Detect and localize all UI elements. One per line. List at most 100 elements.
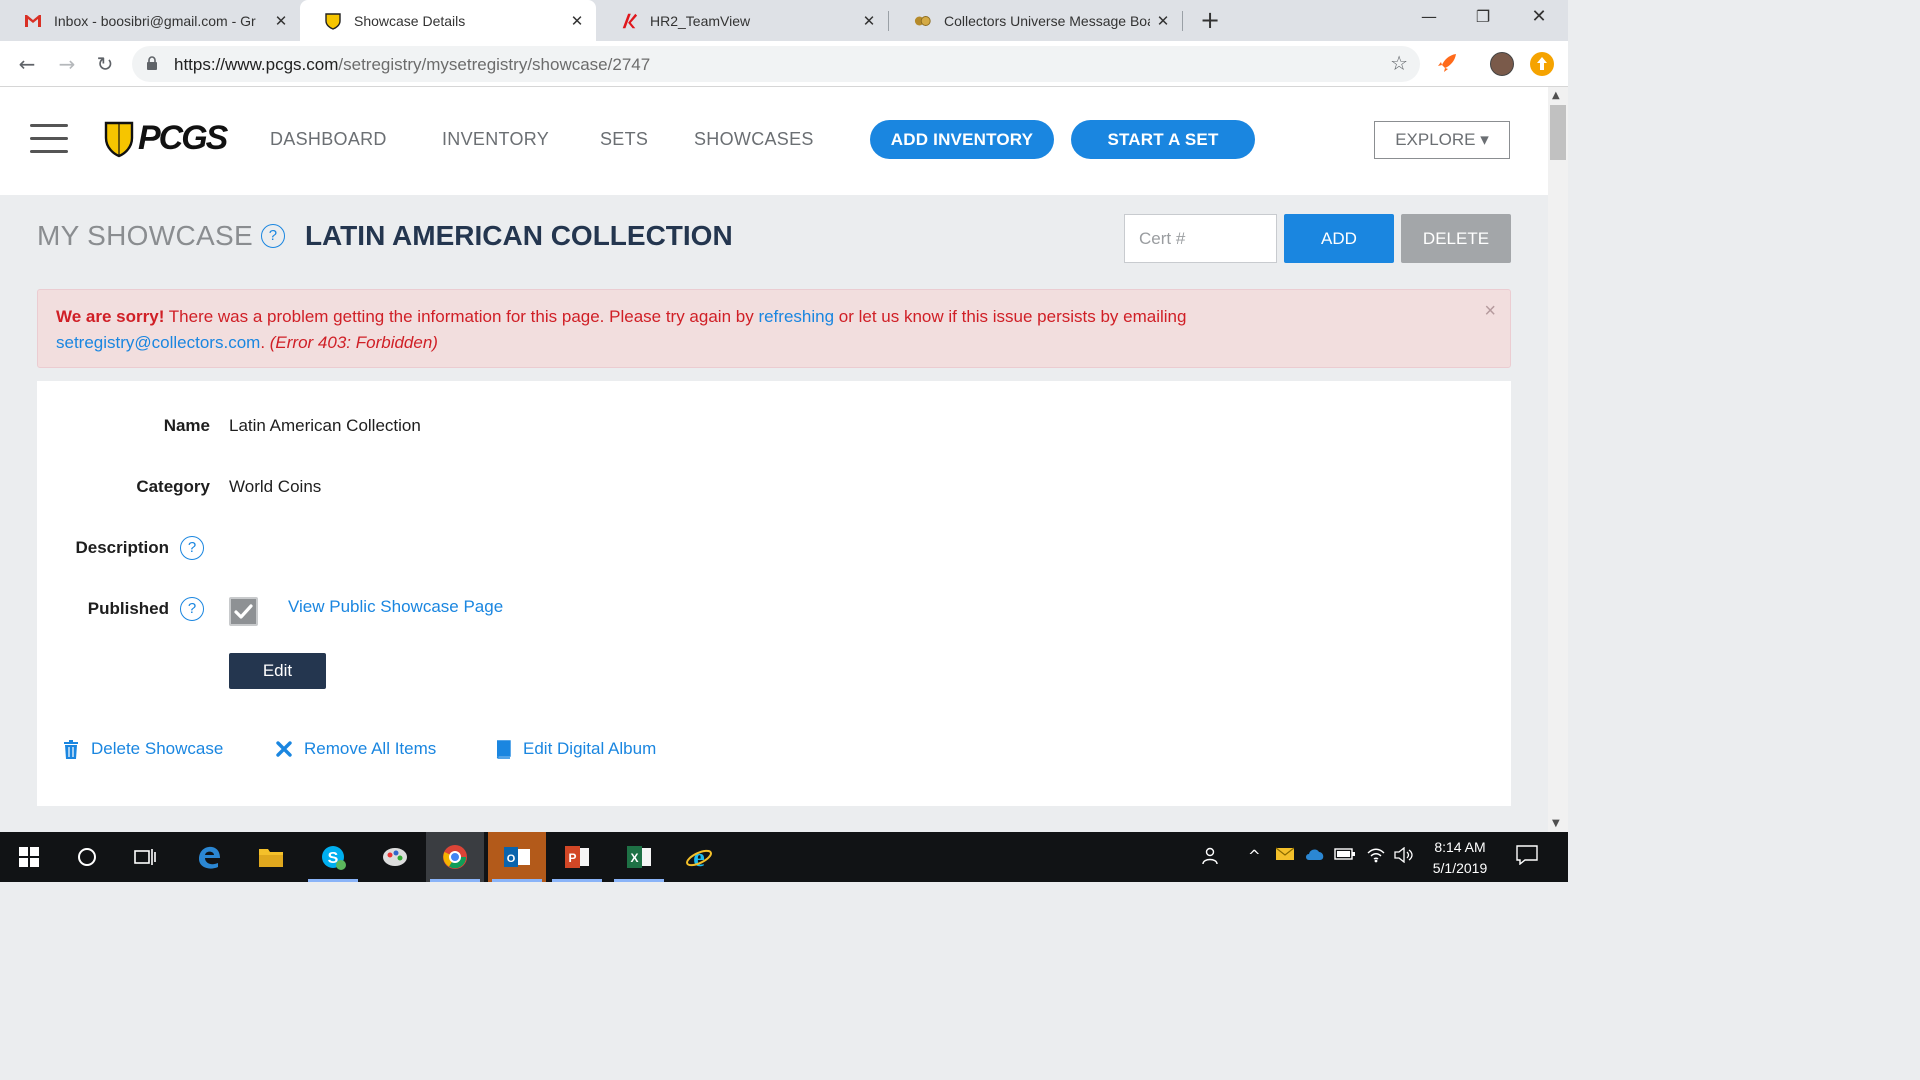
error-alert: We are sorry! There was a problem gettin… <box>37 289 1511 368</box>
tab-showcase-details[interactable]: Showcase Details ✕ <box>300 0 596 41</box>
browser-toolbar: ← → ↻ https://www.pcgs.com/setregistry/m… <box>0 41 1568 87</box>
pcgs-shield-icon <box>324 12 342 30</box>
wifi-icon[interactable] <box>1366 847 1386 867</box>
mail-notification-icon[interactable] <box>1275 847 1295 865</box>
explore-dropdown[interactable]: EXPLORE ▾ <box>1374 121 1510 159</box>
nav-dashboard[interactable]: DASHBOARD <box>270 129 387 150</box>
album-book-icon <box>495 739 511 759</box>
published-checkbox[interactable] <box>229 597 258 626</box>
excel-icon[interactable]: X <box>610 832 668 882</box>
showcase-title: LATIN AMERICAN COLLECTION <box>304 220 733 251</box>
name-value: Latin American Collection <box>229 416 421 435</box>
reload-icon[interactable]: ↻ <box>90 49 120 79</box>
close-tab-icon[interactable]: ✕ <box>268 12 294 30</box>
tab-teamview[interactable]: HR2_TeamView ✕ <box>596 0 888 41</box>
action-center-icon[interactable] <box>1516 845 1538 869</box>
checkmark-icon <box>234 604 253 619</box>
profile-avatar[interactable] <box>1490 52 1514 76</box>
paint-icon[interactable] <box>366 832 424 882</box>
edge-browser-icon[interactable] <box>180 832 238 882</box>
remove-all-items-link[interactable]: Remove All Items <box>276 739 436 759</box>
restore-icon[interactable]: ❐ <box>1456 0 1510 36</box>
alert-heading: We are sorry! <box>56 307 165 326</box>
cert-number-input[interactable] <box>1124 214 1277 263</box>
windows-start-icon[interactable] <box>0 832 58 882</box>
tab-gmail[interactable]: Inbox - boosibri@gmail.com - Gr ✕ <box>0 0 300 41</box>
category-label: Category <box>136 477 210 496</box>
error-code: (Error 403: Forbidden) <box>269 333 438 352</box>
start-a-set-button[interactable]: START A SET <box>1071 120 1255 159</box>
tab-separator <box>1182 11 1183 31</box>
close-tab-icon[interactable]: ✕ <box>1150 12 1176 30</box>
tab-separator <box>888 11 889 31</box>
support-email-link[interactable]: setregistry@collectors.com <box>56 333 260 352</box>
published-help-icon[interactable]: ? <box>180 597 204 621</box>
svg-text:X: X <box>630 851 638 865</box>
lock-icon <box>146 56 158 75</box>
view-public-showcase-link[interactable]: View Public Showcase Page <box>288 597 503 617</box>
add-inventory-button[interactable]: ADD INVENTORY <box>870 120 1054 159</box>
clock-time: 8:14 AM <box>1434 839 1486 855</box>
url-text: https://www.pcgs.com/setregistry/mysetre… <box>174 55 651 74</box>
close-tab-icon[interactable]: ✕ <box>564 12 590 30</box>
alert-text: There was a problem getting the informat… <box>164 307 759 326</box>
category-value: World Coins <box>229 477 322 496</box>
bookmark-star-icon[interactable]: ☆ <box>1390 51 1408 75</box>
new-tab-plus-icon[interactable]: + <box>1196 4 1224 36</box>
pcgs-logo[interactable]: PCGS <box>104 119 228 158</box>
browser-tab-strip: Inbox - boosibri@gmail.com - Gr ✕ Showca… <box>0 0 1568 41</box>
svg-text:O: O <box>507 853 516 865</box>
address-bar[interactable]: https://www.pcgs.com/setregistry/mysetre… <box>132 46 1420 82</box>
rocket-extension-icon[interactable] <box>1436 52 1460 76</box>
powerpoint-icon[interactable]: P <box>548 832 606 882</box>
tab-collectors-universe[interactable]: Collectors Universe Message Boa ✕ <box>890 0 1182 41</box>
cortana-search-icon[interactable] <box>58 832 116 882</box>
chrome-taskbar-icon[interactable] <box>426 832 484 882</box>
close-window-icon[interactable]: ✕ <box>1512 0 1566 36</box>
name-label: Name <box>163 416 210 435</box>
alert-text: . <box>260 333 270 352</box>
delete-cert-button[interactable]: DELETE <box>1401 214 1511 263</box>
x-mark-icon <box>276 741 292 757</box>
edit-button[interactable]: Edit <box>229 653 326 689</box>
edit-digital-album-link[interactable]: Edit Digital Album <box>495 739 656 759</box>
forward-arrow-icon[interactable]: → <box>52 49 82 79</box>
volume-icon[interactable] <box>1394 846 1414 867</box>
hamburger-menu-icon[interactable] <box>30 124 68 156</box>
scroll-down-arrow-icon[interactable]: ▼ <box>1552 818 1560 829</box>
scrollbar-thumb[interactable] <box>1550 105 1566 160</box>
page-title-row: MY SHOWCASE ? LATIN AMERICAN COLLECTION <box>37 220 733 252</box>
internet-explorer-icon[interactable]: e <box>670 832 728 882</box>
file-explorer-icon[interactable] <box>242 832 300 882</box>
delete-showcase-link[interactable]: Delete Showcase <box>63 739 223 759</box>
refreshing-link[interactable]: refreshing <box>758 307 834 326</box>
nav-sets[interactable]: SETS <box>600 129 648 150</box>
gmail-icon <box>24 12 42 30</box>
system-clock[interactable]: 8:14 AM 5/1/2019 <box>1424 837 1496 879</box>
onedrive-cloud-icon[interactable] <box>1304 847 1326 865</box>
svg-text:P: P <box>568 851 576 865</box>
skype-icon[interactable]: S <box>304 832 362 882</box>
help-question-icon[interactable]: ? <box>260 224 285 248</box>
task-view-icon[interactable] <box>116 832 174 882</box>
outlook-icon[interactable]: O <box>488 832 546 882</box>
people-icon[interactable] <box>1202 847 1222 869</box>
minimize-icon[interactable]: — <box>1402 0 1456 36</box>
teamview-icon <box>620 12 638 30</box>
nav-showcases[interactable]: SHOWCASES <box>694 129 814 150</box>
update-arrow-icon[interactable] <box>1530 52 1554 76</box>
description-help-icon[interactable]: ? <box>180 536 204 560</box>
close-tab-icon[interactable]: ✕ <box>856 12 882 30</box>
coins-icon <box>914 12 932 30</box>
close-alert-icon[interactable]: × <box>1484 298 1496 324</box>
show-hidden-icons-chevron-icon[interactable]: ^ <box>1248 847 1261 865</box>
battery-icon[interactable] <box>1334 847 1356 865</box>
my-showcase-label: MY SHOWCASE <box>37 220 253 251</box>
nav-inventory[interactable]: INVENTORY <box>442 129 549 150</box>
published-label: Published <box>87 599 169 618</box>
add-cert-button[interactable]: ADD <box>1284 214 1394 263</box>
page-scrollbar[interactable]: ▲ ▼ <box>1548 87 1568 832</box>
scroll-up-arrow-icon[interactable]: ▲ <box>1552 90 1560 101</box>
back-arrow-icon[interactable]: ← <box>12 49 42 79</box>
svg-text:e: e <box>693 844 705 870</box>
